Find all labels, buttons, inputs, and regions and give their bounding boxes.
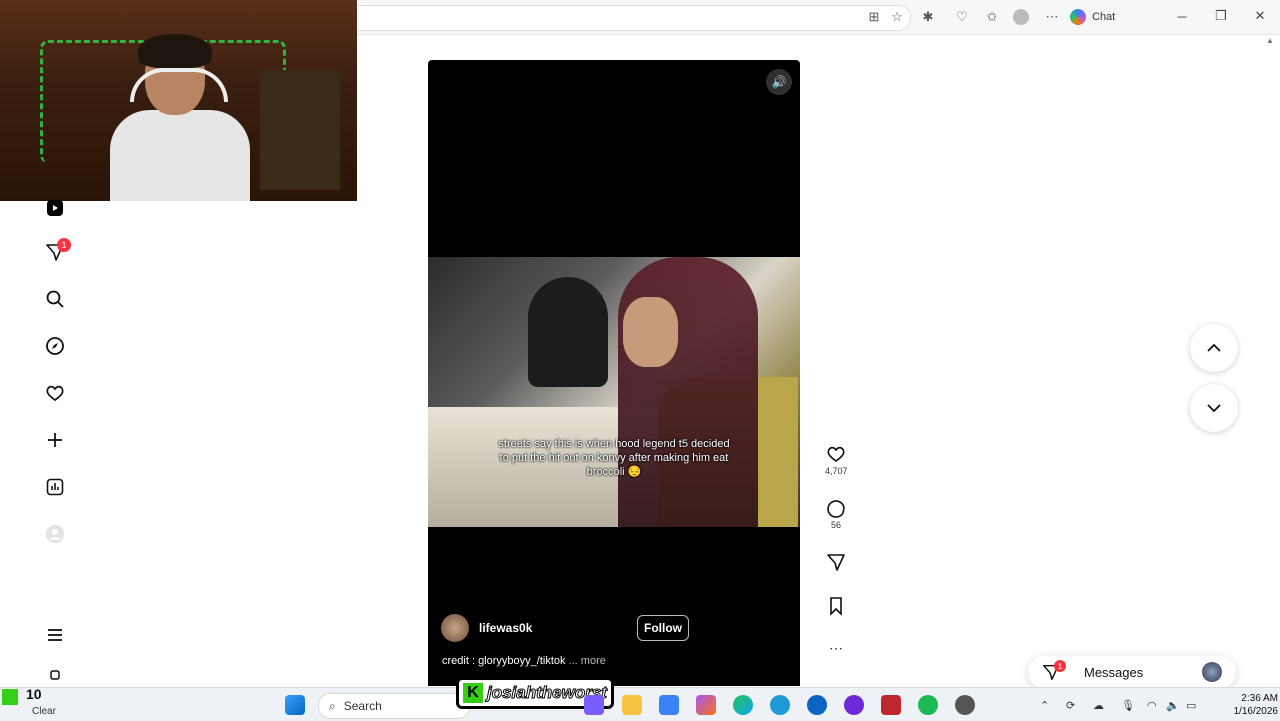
- settings-app-icon[interactable]: [955, 695, 975, 715]
- restore-icon[interactable]: ❐: [1211, 6, 1231, 26]
- reel-video[interactable]: streets say this is when hood legend t5 …: [428, 60, 800, 686]
- weather-icon: [2, 689, 18, 705]
- ellipsis-icon: ⋯: [829, 640, 843, 656]
- video-caption-overlay: streets say this is when hood legend t5 …: [498, 438, 730, 478]
- file-explorer-icon[interactable]: [622, 695, 642, 715]
- dashboard-icon[interactable]: [43, 475, 67, 499]
- follow-button[interactable]: Follow: [637, 615, 689, 641]
- system-clock[interactable]: 2:36 AM 1/16/2026: [1210, 692, 1279, 718]
- webcam-feed: [0, 0, 357, 201]
- comment-count: 56: [830, 520, 841, 530]
- sync-icon[interactable]: ⟳: [1066, 699, 1075, 712]
- clock-date: 1/16/2026: [1233, 706, 1279, 717]
- wifi-icon[interactable]: ◠: [1147, 699, 1157, 712]
- reels-icon[interactable]: [43, 196, 67, 220]
- favorites-icon[interactable]: ✩: [983, 8, 1001, 26]
- weather-widget[interactable]: 10 Clear: [2, 686, 62, 720]
- share-icon: [827, 554, 845, 571]
- profile-avatar-icon[interactable]: [1012, 8, 1030, 26]
- address-bar[interactable]: [357, 5, 911, 31]
- previous-reel-button[interactable]: [1190, 324, 1238, 372]
- chat-label: Chat: [1092, 11, 1116, 23]
- notification-badge: 1: [57, 238, 71, 252]
- minimize-icon[interactable]: ─: [1172, 6, 1192, 26]
- start-windows-icon[interactable]: [285, 695, 305, 715]
- bookmark-icon: [830, 597, 842, 616]
- explore-icon[interactable]: [43, 334, 67, 358]
- clock-time: 2:36 AM: [1241, 693, 1278, 704]
- menu-hamburger-icon[interactable]: [43, 623, 67, 647]
- tray-chevron-up-icon[interactable]: ⌃: [1040, 699, 1049, 712]
- profile-icon[interactable]: [43, 522, 67, 546]
- hp-icon[interactable]: [807, 695, 827, 715]
- close-icon[interactable]: ✕: [1250, 6, 1270, 26]
- volume-icon[interactable]: 🔊: [766, 69, 792, 95]
- messages-badge: 1: [1054, 660, 1066, 672]
- author-row: lifewas0k Follow: [441, 613, 689, 643]
- credit-text: credit : gloryyboyy_/tiktok: [442, 655, 566, 667]
- chevron-up-icon: [1207, 343, 1221, 352]
- favorite-star-icon[interactable]: ☆: [888, 8, 906, 26]
- comment-button[interactable]: 56: [825, 498, 847, 530]
- author-username[interactable]: lifewas0k: [479, 621, 532, 635]
- voicemeeter-icon[interactable]: [881, 695, 901, 715]
- chrome-like-icon[interactable]: [770, 695, 790, 715]
- browser-essentials-icon[interactable]: ♡: [953, 8, 971, 26]
- more-apps-icon[interactable]: [43, 668, 67, 686]
- save-button[interactable]: [825, 596, 847, 618]
- discord-icon[interactable]: [584, 695, 604, 715]
- microphone-icon[interactable]: 🎙: [1121, 699, 1135, 712]
- messages-label: Messages: [1084, 664, 1144, 680]
- obs-icon[interactable]: [844, 695, 864, 715]
- create-plus-icon[interactable]: [43, 428, 67, 452]
- share-button[interactable]: [825, 552, 847, 574]
- battery-icon[interactable]: ▭: [1186, 699, 1196, 712]
- edge-icon[interactable]: [733, 695, 753, 715]
- author-avatar[interactable]: [441, 614, 469, 642]
- like-button[interactable]: 4,707: [825, 444, 848, 476]
- like-count: 4,707: [825, 466, 848, 476]
- chevron-down-icon: [1207, 404, 1221, 413]
- copilot-icon: [1070, 9, 1086, 25]
- scroll-up-arrow-icon[interactable]: ▲: [1266, 36, 1274, 45]
- kick-logo-icon: K: [463, 683, 483, 703]
- heart-icon: [827, 446, 845, 462]
- more-link[interactable]: ... more: [569, 655, 606, 667]
- message-avatar: [1202, 662, 1222, 682]
- next-reel-button[interactable]: [1190, 384, 1238, 432]
- more-options-button[interactable]: ⋯: [825, 640, 847, 657]
- more-options-icon[interactable]: ⋯: [1043, 8, 1061, 26]
- store-icon[interactable]: [659, 695, 679, 715]
- reel-video-frame: [428, 257, 800, 527]
- volume-tray-icon[interactable]: 🔈: [1166, 699, 1180, 712]
- chat-button[interactable]: Chat: [1070, 6, 1132, 28]
- cloud-icon[interactable]: ☁: [1093, 699, 1104, 712]
- extensions-icon[interactable]: ✱: [919, 8, 937, 26]
- taskbar-search[interactable]: ⌕ Search: [318, 693, 470, 719]
- comment-icon: [827, 500, 845, 518]
- weather-desc: Clear: [32, 706, 56, 717]
- search-placeholder: Search: [343, 699, 382, 713]
- spotify-icon[interactable]: [918, 695, 938, 715]
- search-icon[interactable]: [43, 287, 67, 311]
- copilot-app-icon[interactable]: [696, 695, 716, 715]
- notifications-heart-icon[interactable]: [43, 381, 67, 405]
- reel-description: credit : gloryyboyy_/tiktok ... more: [442, 655, 606, 667]
- app-grid-icon[interactable]: ⊞: [865, 8, 883, 26]
- weather-temp: 10: [26, 686, 42, 702]
- search-icon: ⌕: [329, 698, 336, 713]
